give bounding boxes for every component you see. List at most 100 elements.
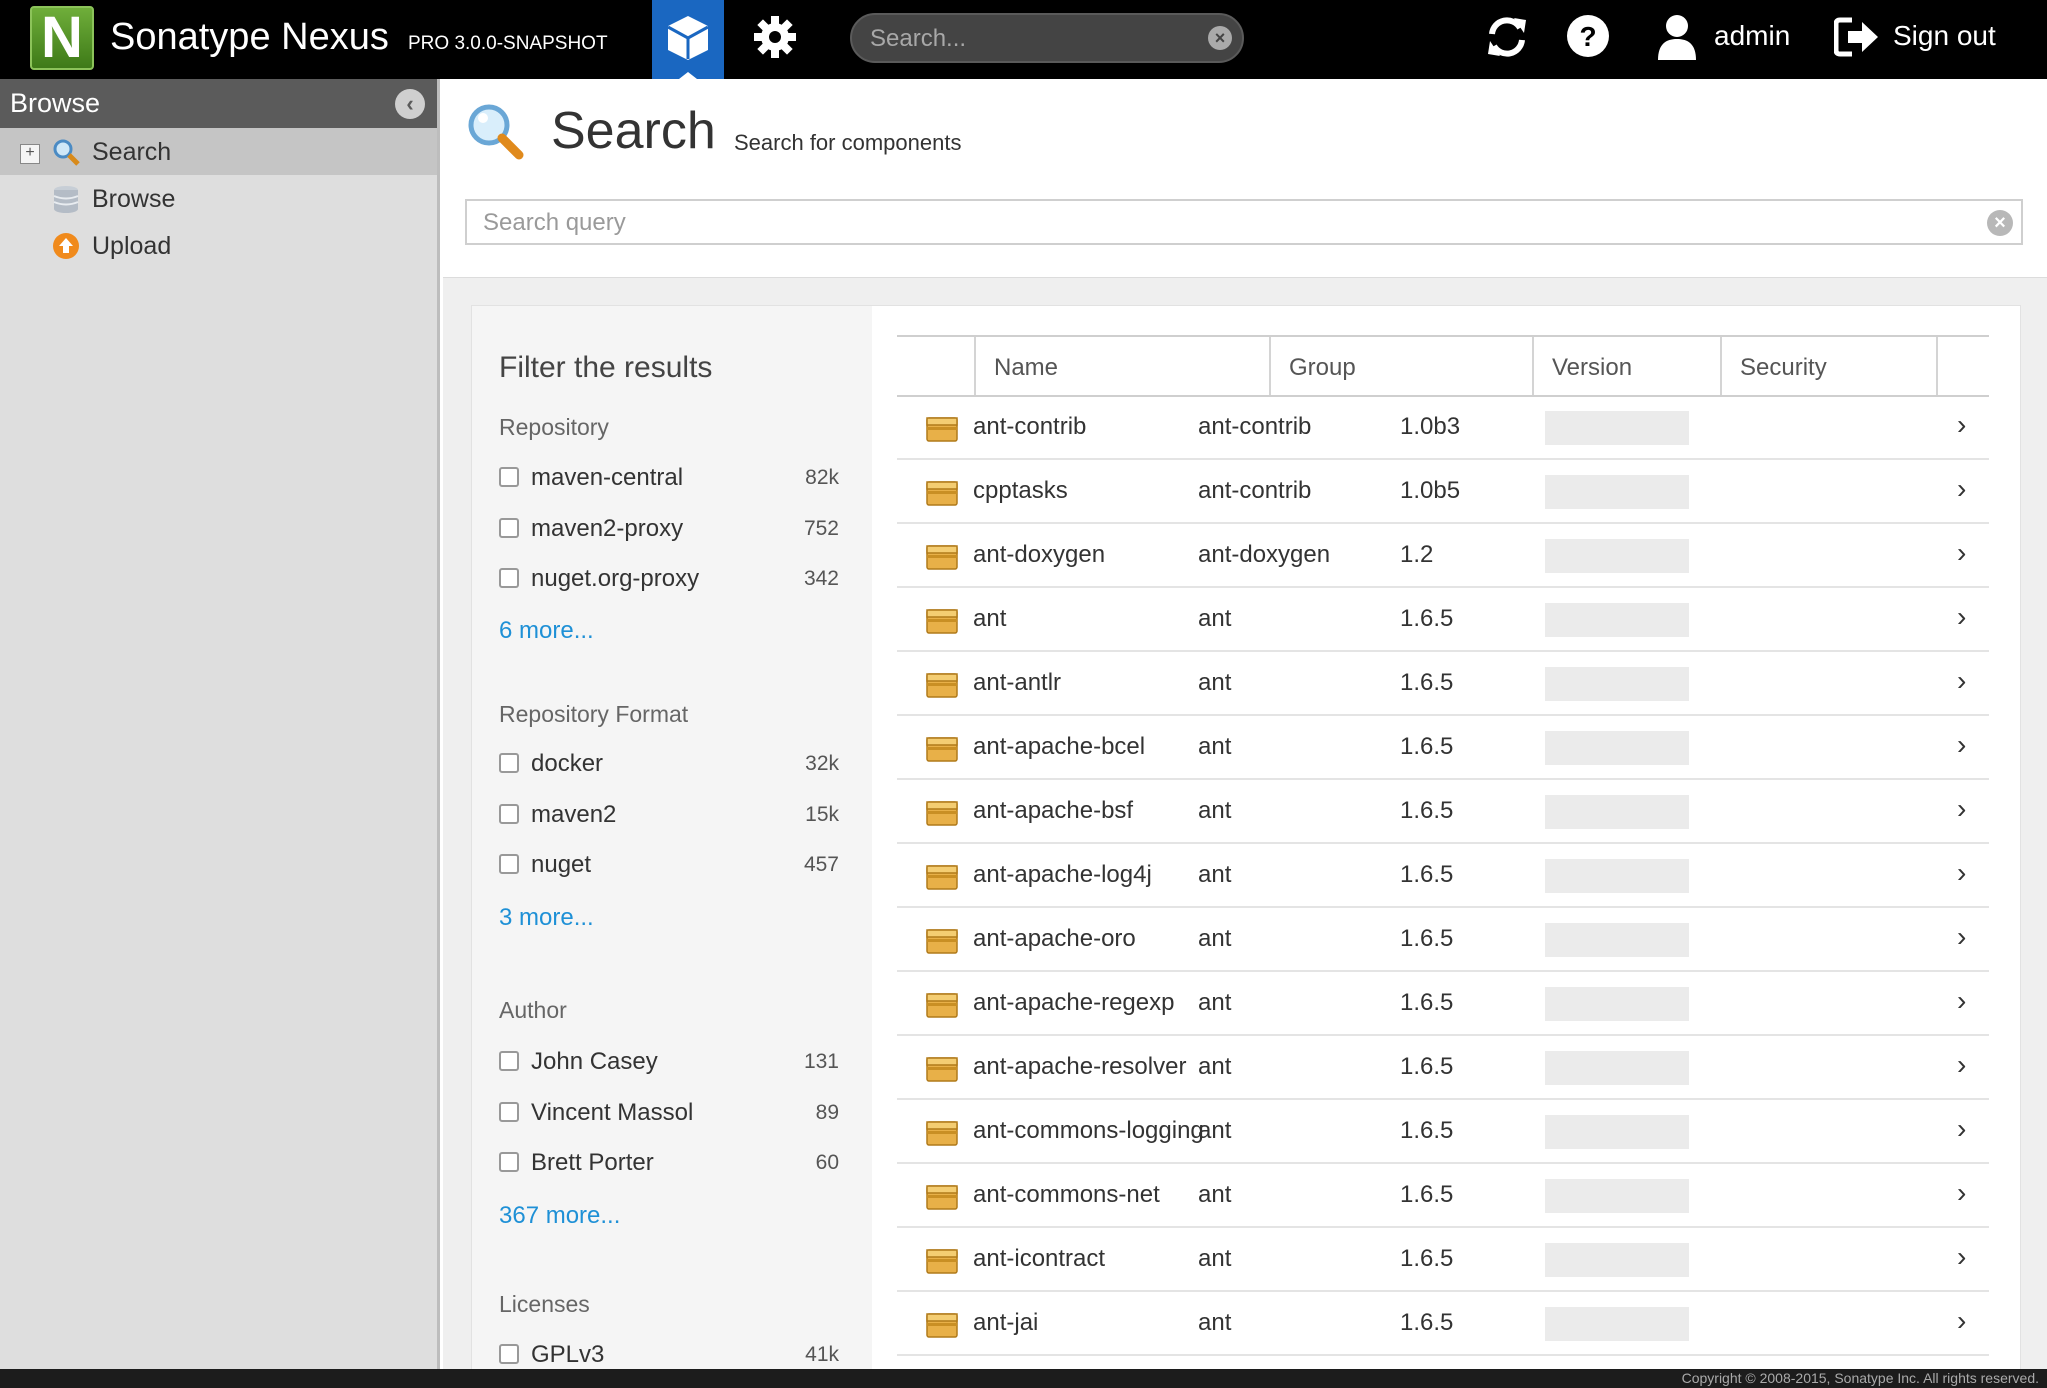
sidebar-item-browse[interactable]: Browse bbox=[0, 175, 437, 222]
sidebar-item-search[interactable]: + Search bbox=[0, 128, 437, 175]
cell-group: ant bbox=[1198, 989, 1232, 1016]
filter-title: Filter the results bbox=[499, 351, 713, 384]
filter-option[interactable]: maven2 15k bbox=[499, 799, 839, 833]
cell-name: ant-antlr bbox=[973, 669, 1062, 696]
cell-name: cpptasks bbox=[973, 477, 1068, 504]
chevron-right-icon[interactable]: › bbox=[1957, 473, 1966, 505]
security-badge bbox=[1591, 667, 1643, 701]
chevron-right-icon[interactable]: › bbox=[1957, 1177, 1966, 1209]
search-query-input[interactable] bbox=[481, 207, 1965, 239]
filter-option[interactable]: docker 32k bbox=[499, 748, 839, 782]
filter-more-link[interactable]: 367 more... bbox=[499, 1202, 620, 1230]
help-icon: ? bbox=[1567, 15, 1609, 57]
checkbox[interactable] bbox=[499, 1344, 519, 1364]
column-header-security[interactable]: Security bbox=[1720, 337, 1936, 395]
chevron-right-icon[interactable]: › bbox=[1957, 537, 1966, 569]
table-row[interactable]: ant ant 1.6.5 › bbox=[897, 587, 1989, 652]
clear-query-icon[interactable]: × bbox=[1987, 210, 2013, 236]
table-row[interactable]: ant-apache-oro ant 1.6.5 › bbox=[897, 907, 1989, 972]
checkbox[interactable] bbox=[499, 1051, 519, 1071]
checkbox[interactable] bbox=[499, 518, 519, 538]
magnifier-icon bbox=[53, 139, 80, 166]
chevron-right-icon[interactable]: › bbox=[1957, 729, 1966, 761]
column-header-group[interactable]: Group bbox=[1269, 337, 1532, 395]
filter-option[interactable]: nuget.org-proxy 342 bbox=[499, 563, 839, 597]
chevron-right-icon[interactable]: › bbox=[1957, 409, 1966, 441]
cell-group: ant-contrib bbox=[1198, 413, 1312, 440]
signout-icon bbox=[1833, 17, 1878, 57]
checkbox[interactable] bbox=[499, 753, 519, 773]
refresh-icon bbox=[1488, 17, 1526, 57]
filter-option[interactable]: Vincent Massol 89 bbox=[499, 1097, 839, 1131]
table-row[interactable]: ant-apache-bsf ant 1.6.5 › bbox=[897, 779, 1989, 844]
filter-option[interactable]: maven2-proxy 752 bbox=[499, 513, 839, 547]
table-row[interactable]: ant-contrib ant-contrib 1.0b3 › bbox=[897, 395, 1989, 460]
security-badge bbox=[1637, 987, 1689, 1021]
cell-version: 1.6.5 bbox=[1400, 797, 1454, 824]
table-row[interactable]: ant-apache-log4j ant 1.6.5 › bbox=[897, 843, 1989, 908]
chevron-right-icon[interactable]: › bbox=[1957, 665, 1966, 697]
chevron-right-icon[interactable]: › bbox=[1957, 1305, 1966, 1337]
table-row[interactable]: ant-jai ant 1.6.5 › bbox=[897, 1291, 1989, 1356]
checkbox[interactable] bbox=[499, 804, 519, 824]
signout-label[interactable]: Sign out bbox=[1893, 20, 1996, 52]
browse-mode-button[interactable] bbox=[652, 0, 724, 79]
column-header-name[interactable]: Name bbox=[974, 337, 1269, 395]
package-icon bbox=[926, 865, 958, 890]
checkbox[interactable] bbox=[499, 1102, 519, 1122]
filter-option[interactable]: GPLv3 41k bbox=[499, 1339, 839, 1373]
security-badge bbox=[1637, 923, 1689, 957]
chevron-right-icon[interactable]: › bbox=[1957, 985, 1966, 1017]
chevron-right-icon[interactable]: › bbox=[1957, 921, 1966, 953]
filter-option[interactable]: John Casey 131 bbox=[499, 1046, 839, 1080]
checkbox[interactable] bbox=[499, 854, 519, 874]
chevron-right-icon[interactable]: › bbox=[1957, 1241, 1966, 1273]
chevron-right-icon[interactable]: › bbox=[1957, 601, 1966, 633]
filter-more-link[interactable]: 6 more... bbox=[499, 617, 594, 645]
checkbox[interactable] bbox=[499, 1152, 519, 1172]
page-title: Search bbox=[551, 102, 716, 160]
chevron-right-icon[interactable]: › bbox=[1957, 857, 1966, 889]
expand-icon[interactable]: + bbox=[20, 144, 40, 164]
table-row[interactable]: ant-commons-net ant 1.6.5 › bbox=[897, 1163, 1989, 1228]
filter-option[interactable]: nuget 457 bbox=[499, 849, 839, 883]
security-badge bbox=[1637, 411, 1689, 445]
table-row[interactable]: ant-doxygen ant-doxygen 1.2 › bbox=[897, 523, 1989, 588]
table-row[interactable]: ant-apache-bcel ant 1.6.5 › bbox=[897, 715, 1989, 780]
package-icon bbox=[926, 1313, 958, 1338]
refresh-button[interactable] bbox=[1484, 12, 1530, 67]
filter-more-link[interactable]: 3 more... bbox=[499, 904, 594, 932]
cell-group: ant-doxygen bbox=[1198, 541, 1331, 568]
table-row[interactable]: cpptasks ant-contrib 1.0b5 › bbox=[897, 459, 1989, 524]
checkbox[interactable] bbox=[499, 568, 519, 588]
chevron-right-icon[interactable]: › bbox=[1957, 1113, 1966, 1145]
filter-option[interactable]: maven-central 82k bbox=[499, 462, 839, 496]
table-row[interactable]: ant-apache-regexp ant 1.6.5 › bbox=[897, 971, 1989, 1036]
clear-search-icon[interactable]: × bbox=[1208, 26, 1232, 50]
cell-version: 1.6.5 bbox=[1400, 1181, 1454, 1208]
table-row[interactable]: ant-icontract ant 1.6.5 › bbox=[897, 1227, 1989, 1292]
cell-version: 1.6.5 bbox=[1400, 1117, 1454, 1144]
sidebar-item-upload[interactable]: Upload bbox=[0, 222, 437, 269]
collapse-sidebar-icon[interactable]: ‹ bbox=[395, 89, 425, 119]
table-row[interactable]: ant-commons-logging ant 1.6.5 › bbox=[897, 1099, 1989, 1164]
global-search-input[interactable] bbox=[868, 23, 1192, 55]
admin-mode-button[interactable] bbox=[752, 14, 798, 65]
chevron-right-icon[interactable]: › bbox=[1957, 793, 1966, 825]
column-header-version[interactable]: Version bbox=[1532, 337, 1720, 395]
cell-version: 1.6.5 bbox=[1400, 669, 1454, 696]
table-row[interactable]: ant-apache-resolver ant 1.6.5 › bbox=[897, 1035, 1989, 1100]
security-badge bbox=[1545, 1179, 1597, 1213]
username[interactable]: admin bbox=[1714, 20, 1790, 52]
security-badge bbox=[1591, 1179, 1643, 1213]
filter-option[interactable]: Brett Porter 60 bbox=[499, 1147, 839, 1181]
user-button[interactable] bbox=[1656, 14, 1698, 65]
table-row[interactable]: ant-antlr ant 1.6.5 › bbox=[897, 651, 1989, 716]
page-header: Search Search for components × bbox=[443, 79, 2047, 278]
chevron-right-icon[interactable]: › bbox=[1957, 1049, 1966, 1081]
filter-option-count: 131 bbox=[803, 1050, 839, 1073]
security-badge bbox=[1591, 1115, 1643, 1149]
checkbox[interactable] bbox=[499, 467, 519, 487]
help-button[interactable]: ? bbox=[1566, 14, 1610, 63]
signout-button[interactable] bbox=[1833, 16, 1880, 63]
